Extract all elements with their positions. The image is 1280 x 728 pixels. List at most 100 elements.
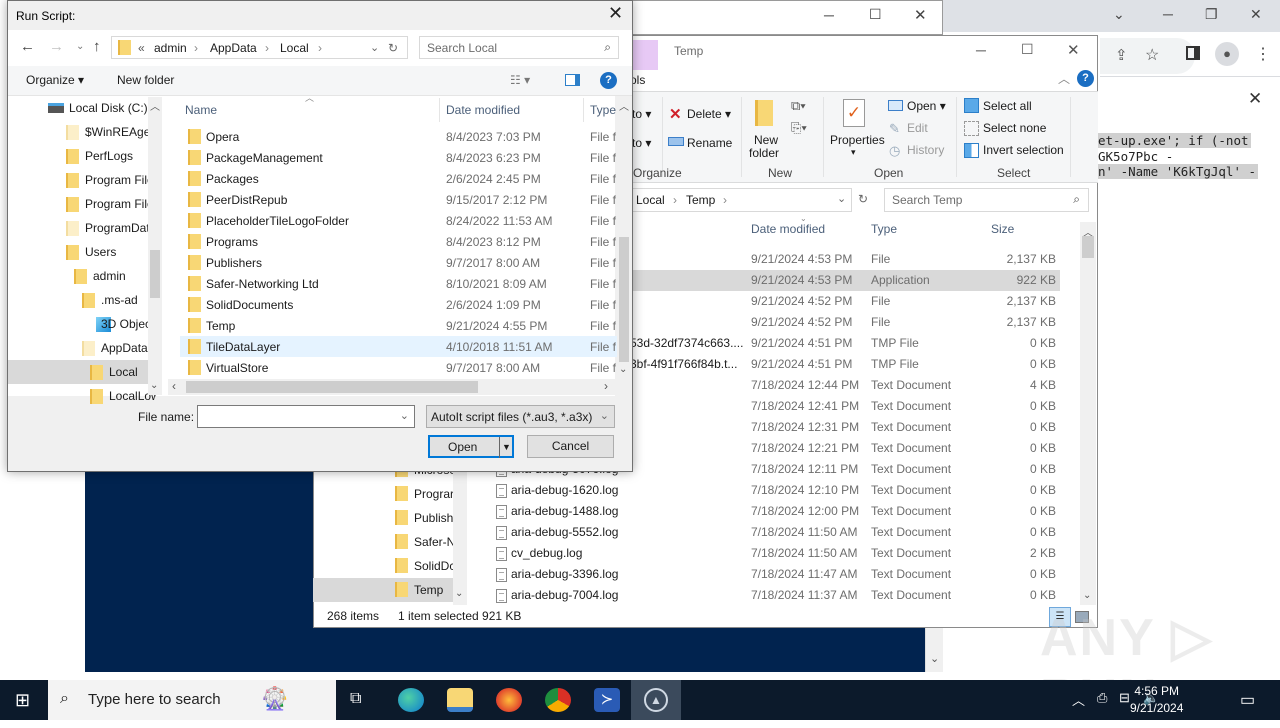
column-date-modified[interactable]: Date modified [751,222,825,242]
scroll-down-icon[interactable]: ⌄ [930,652,939,665]
file-row[interactable]: Publishers 9/7/2017 8:00 AM File f [180,252,618,273]
scrollbar-thumb[interactable] [619,237,629,362]
column-size[interactable]: Size [991,222,1014,242]
scrollbar-thumb[interactable] [1082,236,1094,258]
explorer-file-row[interactable]: aria-debug-3396.log 7/18/2024 11:47 AM Tex… [496,564,1060,585]
explorer-file-row[interactable]: cv_debug.log 7/18/2024 11:50 AM Text Docum… [496,543,1060,564]
help-icon[interactable]: ? [600,72,617,89]
breadcrumb-temp[interactable]: Temp [686,193,715,207]
breadcrumb-overflow[interactable]: « [138,41,145,55]
nav-pane-scrollbar[interactable]: ⌄ [453,460,467,605]
taskbar-clock[interactable]: 4:56 PM 9/21/2024 [1130,683,1183,717]
explorer-nav-item[interactable]: Prograr [313,482,454,506]
breadcrumb-local[interactable]: Local [636,193,665,207]
open-dropdown-icon[interactable]: ▼ [499,437,511,458]
column-type[interactable]: Type [590,103,616,117]
scrollbar-thumb[interactable] [186,381,478,393]
explorer-file-row[interactable]: 7/18/2024 12:44 PM Text Document 4 KB [630,375,1060,396]
recent-locations-icon[interactable]: ⌄ [76,41,84,52]
file-row[interactable]: Opera 8/4/2023 7:03 PM File f [180,126,618,147]
scroll-left-icon[interactable]: ‹ [172,379,176,393]
restore-icon[interactable]: ❐ [1205,6,1218,23]
file-row[interactable]: Packages 2/6/2024 2:45 PM File f [180,168,618,189]
column-type[interactable]: Type [871,222,897,242]
close-icon[interactable]: ✕ [1250,6,1262,23]
nav-item[interactable]: Local Disk (C:) [8,96,156,120]
select-all-button[interactable]: Select all [983,99,1032,113]
edit-button[interactable]: Edit [907,121,928,135]
file-row[interactable]: Temp 9/21/2024 4:55 PM File f [180,315,618,336]
explorer-nav-item[interactable]: Publish [313,506,453,530]
file-name-input[interactable]: ⌄ [197,405,415,428]
refresh-icon[interactable]: ↻ [858,192,868,206]
nav-item[interactable]: LocalLow [8,384,156,408]
file-explorer-icon[interactable] [447,688,473,712]
dialog-search-input[interactable]: Search Local ⌕ [419,36,619,59]
panel-close-icon[interactable]: ✕ [1248,89,1262,109]
invert-selection-button[interactable]: Invert selection [983,143,1064,157]
tab-search-icon[interactable]: ⌄ [1113,6,1125,23]
nav-item[interactable]: $WinREAgent [8,120,156,144]
network-icon[interactable]: ⊟ [1119,690,1130,706]
close-icon[interactable]: ✕ [914,6,927,24]
share-icon[interactable]: ⇪ [1115,46,1128,64]
explorer-file-row[interactable]: 9/21/2024 4:52 PM File 2,137 KB [630,312,1060,333]
collapse-ribbon-icon[interactable]: ︿ [1058,70,1070,87]
explorer-file-row[interactable]: 9/21/2024 4:53 PM Application 922 KB [630,270,1060,291]
column-date-modified[interactable]: Date modified [446,103,520,117]
close-icon[interactable]: ✕ [1067,41,1080,59]
explorer-file-row[interactable]: 7/18/2024 12:41 PM Text Document 0 KB [630,396,1060,417]
rename-button[interactable]: Rename [687,136,732,150]
action-center-icon[interactable]: ▭ [1240,690,1255,710]
preview-pane-icon[interactable] [565,74,580,86]
up-arrow-icon[interactable]: ↑ [93,38,101,55]
scroll-up-icon[interactable]: ︿ [150,98,160,113]
file-row[interactable]: PlaceholderTileLogoFolder 8/24/2022 11:53… [180,210,618,231]
open-button[interactable]: Open ▼ [428,435,514,458]
chevron-down-icon[interactable]: ⌄ [400,409,409,422]
organize-button[interactable]: Organize ▾ [26,73,84,87]
help-icon[interactable]: ? [1077,70,1094,87]
file-list-scrollbar[interactable]: ︿ ⌄ [1080,222,1096,605]
file-row[interactable]: PeerDistRepub 9/15/2017 2:12 PM File f [180,189,618,210]
explorer-file-row[interactable]: 9/21/2024 4:52 PM File 2,137 KB [630,291,1060,312]
anyrun-taskbar-active[interactable]: ▲ [631,680,681,720]
refresh-icon[interactable]: ↻ [388,41,398,55]
minimize-icon[interactable]: ─ [976,42,986,58]
nav-item[interactable]: Users [8,240,156,264]
file-row[interactable]: SolidDocuments 2/6/2024 1:09 PM File f [180,294,618,315]
bookmark-star-icon[interactable]: ☆ [1145,45,1159,65]
show-hidden-icons[interactable]: ︿ [1072,690,1085,709]
nav-item[interactable]: AppData [8,336,156,360]
file-row[interactable]: Programs 8/4/2023 8:12 PM File f [180,231,618,252]
firefox-icon[interactable] [496,688,522,712]
explorer-address-bar[interactable]: Local › Temp › ⌄ [630,188,852,212]
column-name[interactable]: Name [185,103,217,117]
back-arrow-icon[interactable]: ← [20,38,35,55]
breadcrumb-appdata[interactable]: AppData [210,41,257,55]
explorer-nav-item[interactable]: Safer-N [313,530,454,554]
select-none-button[interactable]: Select none [983,121,1046,135]
nav-item[interactable]: Local [8,360,156,384]
file-pane-scrollbar[interactable]: ︿ ⌄ [617,97,631,379]
nav-item[interactable]: Program Files (x86) [8,192,156,216]
maximize-icon[interactable]: ☐ [869,6,882,23]
file-row[interactable]: Safer-Networking Ltd 8/10/2021 8:09 AM Fil… [180,273,618,294]
explorer-file-row[interactable]: aria-debug-1488.log 7/18/2024 12:00 PM Tex… [496,501,1060,522]
explorer-file-row[interactable]: 53d-32df7374c663.... 9/21/2024 4:51 PM TMP… [630,333,1060,354]
explorer-nav-item[interactable]: Temp [313,578,453,602]
new-item-icon[interactable]: ⧉▾ [791,98,806,114]
maximize-icon[interactable]: ☐ [1021,41,1034,58]
forward-arrow-icon[interactable]: → [49,38,64,55]
cancel-button[interactable]: Cancel [527,435,614,458]
file-row[interactable]: TileDataLayer 4/10/2018 11:51 AM File f [180,336,618,357]
explorer-file-row[interactable]: aria-debug-5076.log7/18/2024 12:11 PMTex… [496,459,1060,480]
task-view-icon[interactable]: ⧉ [350,690,361,708]
open-button[interactable]: Open ▾ [907,99,946,113]
explorer-nav-item[interactable]: SolidDc [313,554,454,578]
nav-item[interactable]: 3D Objects [8,312,156,336]
edge-icon[interactable] [398,688,424,712]
change-view-icon[interactable]: ☷ ▾ [510,73,530,87]
breadcrumb-local[interactable]: Local [280,41,309,55]
new-folder-label[interactable]: folder [749,146,779,160]
